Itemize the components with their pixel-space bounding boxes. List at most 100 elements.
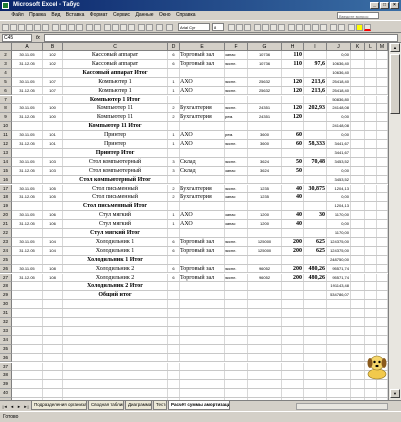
- cell-c[interactable]: Холодильник 1: [63, 237, 168, 246]
- cell-b[interactable]: [43, 148, 63, 157]
- cell-a[interactable]: 31.12.05: [12, 166, 43, 175]
- cell-k[interactable]: [351, 68, 365, 77]
- cell-j[interactable]: 50836,80: [327, 95, 351, 104]
- cell-i[interactable]: [304, 131, 327, 139]
- cell-i[interactable]: [304, 371, 327, 380]
- cell-k[interactable]: [351, 166, 365, 175]
- cell-k[interactable]: [351, 291, 365, 300]
- cell-g[interactable]: 10736: [248, 59, 282, 68]
- row-header[interactable]: 40: [0, 389, 12, 399]
- cell-i[interactable]: 480,26: [304, 273, 327, 282]
- cell-d[interactable]: 6: [168, 264, 180, 273]
- cell-a[interactable]: 31.12.05: [12, 59, 43, 68]
- cell-j[interactable]: 3441,67: [327, 148, 351, 157]
- cell-l[interactable]: [365, 389, 377, 398]
- cell-j[interactable]: 24148,08: [327, 104, 351, 113]
- cell-e[interactable]: [180, 362, 225, 371]
- cell-c[interactable]: Холодильник 2 Итог: [63, 282, 168, 291]
- cell-b[interactable]: 103: [43, 157, 63, 166]
- cell-l[interactable]: [365, 157, 377, 166]
- cell-a[interactable]: 30.11.05: [12, 211, 43, 220]
- next-sheet-icon[interactable]: ►: [16, 403, 22, 410]
- cell-k[interactable]: [351, 86, 365, 95]
- cell-l[interactable]: [365, 51, 377, 59]
- cell-h[interactable]: [282, 318, 304, 326]
- cell-h[interactable]: [282, 389, 304, 398]
- cell-m[interactable]: [377, 113, 388, 122]
- hyperlink-icon[interactable]: [104, 24, 111, 31]
- column-header-F[interactable]: F: [225, 43, 248, 51]
- cell-f[interactable]: [225, 229, 248, 237]
- cell-e[interactable]: Торговый зал: [180, 237, 225, 246]
- cell-h[interactable]: [282, 309, 304, 317]
- cell-b[interactable]: [43, 175, 63, 184]
- cell-l[interactable]: [365, 318, 377, 326]
- underline-icon[interactable]: [244, 24, 251, 31]
- cell-l[interactable]: [365, 211, 377, 220]
- minimize-button[interactable]: _: [370, 2, 379, 9]
- cell-d[interactable]: [168, 389, 180, 398]
- cell-m[interactable]: [377, 68, 388, 77]
- cell-j[interactable]: [327, 353, 351, 362]
- cell-i[interactable]: [304, 166, 327, 175]
- cell-e[interactable]: [180, 380, 225, 389]
- cell-e[interactable]: [180, 175, 225, 184]
- cell-g[interactable]: 1200: [248, 220, 282, 228]
- cell-b[interactable]: 106: [43, 211, 63, 220]
- cell-e[interactable]: [180, 95, 225, 104]
- cell-a[interactable]: 30.11.05: [12, 157, 43, 166]
- cell-h[interactable]: [282, 175, 304, 184]
- cell-m[interactable]: [377, 166, 388, 175]
- cell-d[interactable]: [168, 95, 180, 104]
- cell-b[interactable]: 100: [43, 104, 63, 113]
- cell-g[interactable]: [248, 282, 282, 291]
- cell-c[interactable]: Стол письменный Итог: [63, 202, 168, 211]
- cell-d[interactable]: [168, 362, 180, 371]
- cell-g[interactable]: 24351: [248, 113, 282, 122]
- cell-d[interactable]: [168, 122, 180, 131]
- cell-f[interactable]: [225, 148, 248, 157]
- row-header[interactable]: 26: [0, 264, 12, 274]
- cell-m[interactable]: [377, 389, 388, 398]
- cell-f[interactable]: экспл.: [225, 273, 248, 282]
- column-header-M[interactable]: M: [377, 43, 388, 51]
- menu-file[interactable]: Файл: [9, 11, 25, 20]
- cell-l[interactable]: [365, 86, 377, 95]
- cell-j[interactable]: 25418,40: [327, 86, 351, 95]
- cell-m[interactable]: [377, 273, 388, 282]
- cell-g[interactable]: 1235: [248, 184, 282, 193]
- row-header[interactable]: 13: [0, 148, 12, 158]
- cell-l[interactable]: [365, 309, 377, 317]
- row-header[interactable]: 23: [0, 237, 12, 247]
- row-header[interactable]: 20: [0, 211, 12, 221]
- cell-g[interactable]: 96052: [248, 264, 282, 273]
- cell-g[interactable]: [248, 309, 282, 317]
- cell-f[interactable]: [225, 95, 248, 104]
- autosum-icon[interactable]: [112, 24, 119, 31]
- bold-icon[interactable]: [228, 24, 235, 31]
- cell-k[interactable]: [351, 335, 365, 344]
- cell-k[interactable]: [351, 371, 365, 380]
- row-header[interactable]: 14: [0, 157, 12, 167]
- cell-d[interactable]: 3: [168, 166, 180, 175]
- save-icon[interactable]: [18, 24, 25, 31]
- cell-c[interactable]: Холодильник 2: [63, 264, 168, 273]
- cell-h[interactable]: [282, 282, 304, 291]
- cell-c[interactable]: [63, 389, 168, 398]
- cell-c[interactable]: [63, 300, 168, 309]
- cell-k[interactable]: [351, 184, 365, 193]
- cell-l[interactable]: [365, 237, 377, 246]
- cell-j[interactable]: 1170,00: [327, 229, 351, 237]
- cell-a[interactable]: [12, 229, 43, 237]
- cell-d[interactable]: [168, 282, 180, 291]
- row-header[interactable]: 22: [0, 229, 12, 238]
- decrease-indent-icon[interactable]: [330, 24, 337, 31]
- row-header[interactable]: 19: [0, 202, 12, 212]
- cell-c[interactable]: Кассовый аппарат: [63, 59, 168, 68]
- cell-l[interactable]: [365, 113, 377, 122]
- cell-c[interactable]: [63, 371, 168, 380]
- cell-l[interactable]: [365, 131, 377, 139]
- cell-l[interactable]: [365, 184, 377, 193]
- cell-c[interactable]: Компьютер 1: [63, 86, 168, 95]
- cell-j[interactable]: 191143,48: [327, 282, 351, 291]
